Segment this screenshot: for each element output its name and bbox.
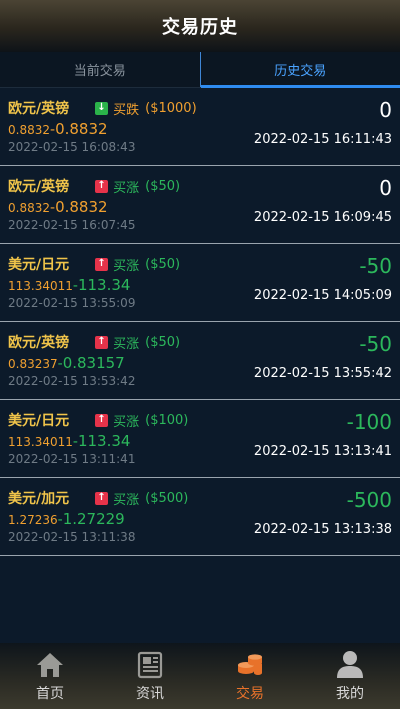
open-time: 2022-02-15 16:08:43 — [8, 140, 136, 154]
profit-loss: -100 — [346, 410, 392, 434]
news-icon — [136, 651, 164, 679]
trade-direction: 买涨 — [113, 492, 140, 508]
coins-icon — [236, 651, 264, 679]
tab-current-trades[interactable]: 当前交易 — [0, 52, 200, 87]
currency-pair: 欧元/英镑 — [8, 335, 70, 351]
open-price: 0.8832 — [8, 201, 50, 215]
nav-item-coins[interactable]: 交易 — [200, 643, 300, 709]
trade-amount: ($1000) — [145, 100, 197, 116]
close-time: 2022-02-15 16:11:43 — [253, 132, 392, 147]
open-price: 0.83237 — [8, 357, 58, 371]
currency-pair: 美元/日元 — [8, 257, 70, 273]
profit-loss: 0 — [379, 98, 392, 122]
trade-row[interactable]: 美元/日元 ↑ 买涨 ($50) 113.34011 - 113.34 2022… — [0, 244, 400, 322]
trade-prices: 0.8832 - 0.8832 — [8, 120, 108, 138]
currency-pair: 欧元/英镑 — [8, 101, 70, 117]
open-time: 2022-02-15 13:11:38 — [8, 530, 136, 544]
trade-prices: 113.34011 - 113.34 — [8, 276, 130, 294]
trade-prices: 1.27236 - 1.27229 — [8, 510, 125, 528]
bottom-nav: 首页 资讯 交易 我的 — [0, 643, 400, 709]
user-icon — [336, 649, 364, 679]
open-time: 2022-02-15 16:07:45 — [8, 218, 136, 232]
trade-row[interactable]: 欧元/英镑 ↓ 买跌 ($1000) 0.8832 - 0.8832 2022-… — [0, 88, 400, 166]
trade-direction: 买涨 — [113, 258, 140, 274]
arrow-up-icon: ↑ — [95, 179, 109, 193]
trade-direction: 买涨 — [113, 180, 140, 196]
nav-item-label: 首页 — [36, 686, 64, 702]
trade-header-line: 欧元/英镑 ↑ 买涨 ($50) — [8, 176, 180, 196]
currency-pair: 美元/加元 — [8, 491, 70, 507]
nav-item-news[interactable]: 资讯 — [100, 643, 200, 709]
trade-history-list: 欧元/英镑 ↓ 买跌 ($1000) 0.8832 - 0.8832 2022-… — [0, 88, 400, 556]
trade-prices: 0.8832 - 0.8832 — [8, 198, 108, 216]
trade-row[interactable]: 美元/日元 ↑ 买涨 ($100) 113.34011 - 113.34 202… — [0, 400, 400, 478]
trade-row[interactable]: 欧元/英镑 ↑ 买涨 ($50) 0.83237 - 0.83157 2022-… — [0, 322, 400, 400]
open-time: 2022-02-15 13:53:42 — [8, 374, 136, 388]
arrow-down-icon: ↓ — [95, 101, 109, 115]
tab-bar: 当前交易 历史交易 — [0, 52, 400, 88]
trade-prices: 0.83237 - 0.83157 — [8, 354, 125, 372]
page-title: 交易历史 — [162, 17, 238, 38]
trade-header-line: 欧元/英镑 ↓ 买跌 ($1000) — [8, 98, 197, 118]
nav-item-home[interactable]: 首页 — [0, 643, 100, 709]
trade-direction: 买跌 — [113, 102, 140, 118]
trade-row[interactable]: 欧元/英镑 ↑ 买涨 ($50) 0.8832 - 0.8832 2022-02… — [0, 166, 400, 244]
profit-loss: 0 — [379, 176, 392, 200]
close-price: 1.27229 — [62, 510, 125, 528]
close-time: 2022-02-15 14:05:09 — [253, 288, 392, 303]
open-time: 2022-02-15 13:55:09 — [8, 296, 136, 310]
open-price: 113.34011 — [8, 279, 73, 293]
close-time: 2022-02-15 13:13:41 — [253, 444, 392, 459]
arrow-up-icon: ↑ — [95, 491, 109, 505]
trade-row[interactable]: 美元/加元 ↑ 买涨 ($500) 1.27236 - 1.27229 2022… — [0, 478, 400, 556]
trade-amount: ($50) — [145, 256, 181, 272]
close-price: 0.83157 — [62, 354, 125, 372]
close-price: 0.8832 — [55, 198, 108, 216]
page-header: 交易历史 — [0, 0, 400, 52]
tab-history-trades[interactable]: 历史交易 — [199, 52, 400, 88]
trade-prices: 113.34011 - 113.34 — [8, 432, 130, 450]
trade-direction: 买涨 — [113, 336, 140, 352]
currency-pair: 欧元/英镑 — [8, 179, 70, 195]
arrow-up-icon: ↑ — [95, 335, 109, 349]
open-price: 113.34011 — [8, 435, 73, 449]
trade-amount: ($500) — [145, 490, 189, 506]
home-icon — [35, 651, 65, 679]
arrow-up-icon: ↑ — [95, 413, 109, 427]
nav-item-label: 我的 — [336, 686, 364, 702]
profit-loss: -50 — [359, 254, 392, 278]
nav-item-label: 交易 — [236, 686, 264, 702]
trade-amount: ($100) — [145, 412, 189, 428]
close-time: 2022-02-15 13:55:42 — [253, 366, 392, 381]
close-price: 0.8832 — [55, 120, 108, 138]
trade-header-line: 美元/日元 ↑ 买涨 ($100) — [8, 410, 188, 430]
profit-loss: -500 — [346, 488, 392, 512]
open-price: 0.8832 — [8, 123, 50, 137]
close-price: 113.34 — [77, 432, 131, 450]
trade-header-line: 美元/日元 ↑ 买涨 ($50) — [8, 254, 180, 274]
open-price: 1.27236 — [8, 513, 58, 527]
trade-direction: 买涨 — [113, 414, 140, 430]
open-time: 2022-02-15 13:11:41 — [8, 452, 136, 466]
close-price: 113.34 — [77, 276, 131, 294]
nav-item-label: 资讯 — [136, 686, 164, 702]
currency-pair: 美元/日元 — [8, 413, 70, 429]
arrow-up-icon: ↑ — [95, 257, 109, 271]
trade-header-line: 欧元/英镑 ↑ 买涨 ($50) — [8, 332, 180, 352]
trade-header-line: 美元/加元 ↑ 买涨 ($500) — [8, 488, 188, 508]
trade-amount: ($50) — [145, 334, 181, 350]
trade-amount: ($50) — [145, 178, 181, 194]
close-time: 2022-02-15 16:09:45 — [253, 210, 392, 225]
nav-item-user[interactable]: 我的 — [300, 643, 400, 709]
close-time: 2022-02-15 13:13:38 — [253, 522, 392, 537]
profit-loss: -50 — [359, 332, 392, 356]
